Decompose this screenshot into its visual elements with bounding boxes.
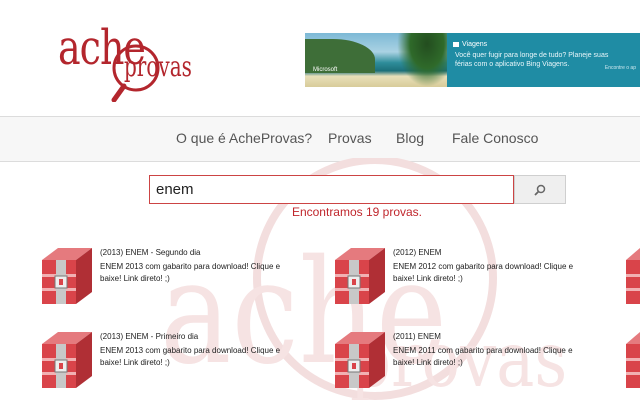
ad-palm-shape [397, 33, 447, 87]
winrar-archive-icon-partial[interactable] [624, 330, 640, 390]
winrar-archive-icon [335, 332, 385, 388]
site-logo[interactable]: ache provas [58, 20, 198, 102]
result-description: ENEM 2013 com gabarito para download! Cl… [100, 346, 281, 367]
ad-title: Viagens [453, 41, 487, 48]
ad-banner[interactable]: Microsoft Viagens Você quer fugir para l… [305, 33, 640, 87]
nav-item-provas[interactable]: Provas [328, 130, 372, 146]
main-nav: O que é AcheProvas? Provas Blog Fale Con… [0, 116, 640, 162]
winrar-archive-icon [42, 332, 92, 388]
ad-cta[interactable]: Encontre o ap [605, 65, 636, 71]
result-item[interactable]: (2012) ENEM ENEM 2012 com gabarito para … [333, 246, 623, 308]
header: ache provas Microsoft Viagens Você quer … [0, 0, 640, 116]
search-icon [534, 184, 546, 196]
ad-brand: Microsoft [313, 67, 338, 73]
winrar-archive-icon [42, 248, 92, 304]
result-item[interactable]: (2013) ENEM - Segundo dia ENEM 2013 com … [40, 246, 330, 308]
result-title[interactable]: (2013) ENEM - Segundo dia [100, 248, 201, 257]
nav-item-blog[interactable]: Blog [396, 130, 424, 146]
ad-title-text: Viagens [462, 41, 488, 48]
result-title[interactable]: (2013) ENEM - Primeiro dia [100, 332, 198, 341]
result-title[interactable]: (2012) ENEM [393, 248, 441, 257]
ad-text: Você quer fugir para longe de tudo? Plan… [455, 52, 609, 68]
suitcase-icon [453, 41, 459, 47]
result-description: ENEM 2011 com gabarito para download! Cl… [393, 346, 573, 367]
result-count: Encontramos 19 provas. [291, 205, 423, 219]
logo-text-provas: provas [124, 49, 192, 83]
search-button[interactable] [514, 175, 566, 204]
result-item[interactable]: (2011) ENEM ENEM 2011 com gabarito para … [333, 330, 623, 392]
result-item[interactable]: (2013) ENEM - Primeiro dia ENEM 2013 com… [40, 330, 330, 392]
winrar-archive-icon-partial[interactable] [624, 246, 640, 306]
result-title[interactable]: (2011) ENEM [393, 332, 441, 341]
nav-item-about[interactable]: O que é AcheProvas? [176, 130, 312, 146]
result-description: ENEM 2012 com gabarito para download! Cl… [393, 262, 574, 283]
search-input[interactable] [149, 175, 514, 204]
ad-beach-image: Microsoft [305, 33, 447, 87]
winrar-archive-icon [335, 248, 385, 304]
nav-item-contact[interactable]: Fale Conosco [452, 130, 538, 146]
page: ache provas Microsoft Viagens Você quer … [0, 0, 640, 400]
result-description: ENEM 2013 com gabarito para download! Cl… [100, 262, 281, 283]
